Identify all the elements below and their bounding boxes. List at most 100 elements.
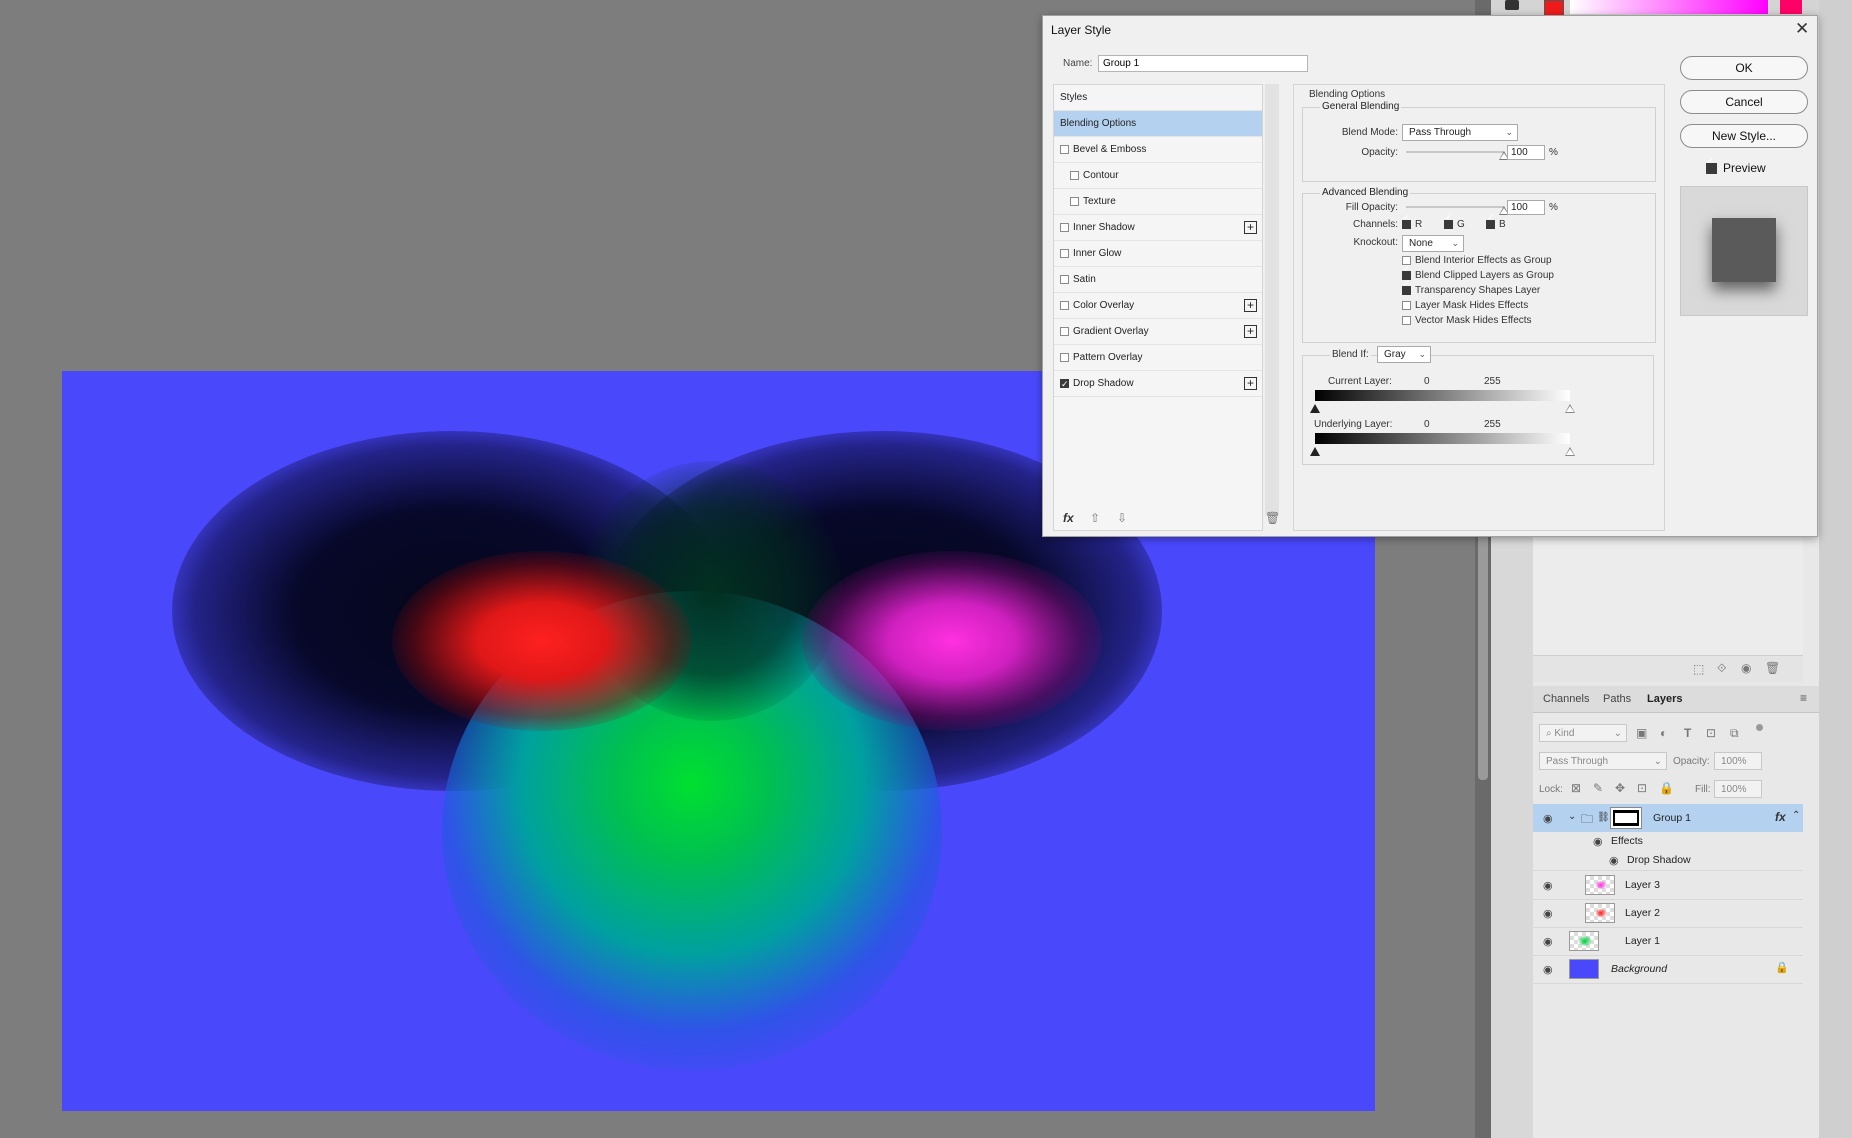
layer-fill-field[interactable]: 100% — [1714, 780, 1762, 798]
visibility-eye-icon[interactable]: ◉ — [1543, 812, 1555, 825]
channel-g-checkbox[interactable] — [1444, 212, 1453, 229]
lock-artboard-icon[interactable]: ⊡ — [1637, 781, 1647, 795]
fill-opacity-field[interactable]: 100 — [1507, 200, 1545, 215]
fill-opacity-slider-track[interactable] — [1406, 206, 1504, 208]
lock-transparent-icon[interactable]: ⊠ — [1571, 781, 1581, 795]
style-item-pattern-overlay[interactable]: Pattern Overlay — [1054, 345, 1262, 371]
style-checkbox[interactable] — [1070, 197, 1079, 206]
blend-mode-select[interactable]: Pass Through ⌄ — [1402, 124, 1518, 141]
style-item-inner-shadow[interactable]: Inner Shadow + — [1054, 215, 1262, 241]
layer-name[interactable]: Group 1 — [1653, 812, 1691, 824]
visibility-eye-icon[interactable]: ◉ — [1741, 661, 1751, 675]
color-swatch-pink[interactable] — [1780, 0, 1802, 14]
style-item-bevel-emboss[interactable]: Bevel & Emboss — [1054, 137, 1262, 163]
filter-adjustment-icon[interactable]: ◐ — [1660, 726, 1667, 740]
style-item-satin[interactable]: Satin — [1054, 267, 1262, 293]
layer-row-group[interactable]: ◉ ⌄ 🗀 ⛓ Group 1 fx ⌃ — [1533, 804, 1803, 832]
transparency-shapes-checkbox[interactable] — [1402, 278, 1411, 295]
layer-mask-hides-checkbox[interactable] — [1402, 301, 1411, 310]
lock-position-icon[interactable]: ✥ — [1615, 781, 1625, 795]
comment-icon[interactable] — [1505, 0, 1519, 10]
fx-icon[interactable]: fx — [1063, 511, 1074, 525]
style-checkbox[interactable] — [1060, 327, 1069, 336]
style-item-drop-shadow[interactable]: Drop Shadow + — [1054, 371, 1262, 397]
chain-link-icon[interactable]: ⛓ — [1597, 812, 1610, 823]
style-item-blending-options[interactable]: Blending Options — [1054, 111, 1262, 137]
style-checkbox[interactable] — [1060, 371, 1069, 397]
cancel-button[interactable]: Cancel — [1680, 90, 1808, 114]
layer-name[interactable]: Layer 2 — [1625, 907, 1660, 919]
layer-name[interactable]: Background — [1611, 963, 1667, 975]
chevron-up-icon[interactable]: ⌃ — [1792, 810, 1800, 821]
opacity-field[interactable]: 100 — [1507, 145, 1545, 160]
foreground-color-swatch[interactable] — [1544, 0, 1564, 16]
filter-smart-object-icon[interactable]: ⧉ — [1730, 726, 1739, 741]
lock-all-icon[interactable]: 🔒 — [1659, 781, 1674, 795]
layer-blend-mode-select[interactable]: Pass Through ⌄ — [1539, 752, 1667, 770]
chevron-down-icon[interactable]: ⌄ — [1568, 811, 1576, 822]
layer-row[interactable]: ◉ Background 🔒 — [1533, 955, 1803, 984]
style-item-inner-glow[interactable]: Inner Glow — [1054, 241, 1262, 267]
visibility-eye-icon[interactable]: ◉ — [1543, 907, 1555, 920]
visibility-eye-icon[interactable]: ◉ — [1543, 963, 1555, 976]
tab-layers[interactable]: Layers — [1647, 686, 1682, 712]
layer-row[interactable]: ◉ Layer 3 — [1533, 871, 1803, 900]
layer-name[interactable]: Layer 1 — [1625, 935, 1660, 947]
dotted-selection-icon[interactable]: ⬚ — [1693, 662, 1704, 676]
trash-icon[interactable]: 🗑 — [1265, 511, 1280, 525]
move-down-icon[interactable]: ⇩ — [1117, 511, 1127, 525]
layer-row[interactable]: ◉ Layer 1 — [1533, 927, 1803, 956]
style-checkbox[interactable] — [1060, 249, 1069, 258]
filter-image-icon[interactable]: ▣ — [1636, 726, 1647, 740]
underlying-layer-white-slider[interactable] — [1565, 447, 1575, 456]
vector-mask-hides-checkbox[interactable] — [1402, 316, 1411, 325]
visibility-eye-icon[interactable]: ◉ — [1593, 835, 1603, 848]
move-up-icon[interactable]: ⇧ — [1090, 511, 1100, 525]
style-checkbox[interactable] — [1070, 171, 1079, 180]
preview-checkbox[interactable] — [1706, 155, 1717, 174]
layer-row[interactable]: ◉ Layer 2 — [1533, 899, 1803, 928]
style-item-texture[interactable]: Texture — [1054, 189, 1262, 215]
new-style-button[interactable]: New Style... — [1680, 124, 1808, 148]
add-effect-icon[interactable]: + — [1244, 299, 1257, 312]
layer-opacity-field[interactable]: 100% — [1714, 752, 1762, 770]
trash-icon[interactable]: 🗑 — [1765, 661, 1780, 675]
lock-brush-icon[interactable]: ✎ — [1593, 781, 1603, 795]
fx-icon[interactable]: fx — [1775, 810, 1786, 824]
tab-channels[interactable]: Channels — [1543, 686, 1589, 712]
style-checkbox[interactable] — [1060, 145, 1069, 154]
underlying-layer-black-slider[interactable] — [1310, 447, 1320, 456]
color-ramp[interactable] — [1570, 0, 1768, 14]
filter-toggle-icon[interactable] — [1756, 724, 1763, 731]
filter-shape-icon[interactable]: ⊡ — [1706, 726, 1716, 740]
add-effect-icon[interactable]: + — [1244, 221, 1257, 234]
style-checkbox[interactable] — [1060, 301, 1069, 310]
group-mask-thumbnail[interactable] — [1611, 808, 1641, 828]
style-item-gradient-overlay[interactable]: Gradient Overlay + — [1054, 319, 1262, 345]
effects-row[interactable]: ◉ Effects — [1533, 832, 1803, 851]
style-name-input[interactable] — [1098, 55, 1308, 72]
visibility-eye-icon[interactable]: ◉ — [1609, 854, 1619, 867]
visibility-eye-icon[interactable]: ◉ — [1543, 879, 1555, 892]
tab-paths[interactable]: Paths — [1603, 686, 1631, 712]
channel-b-checkbox[interactable] — [1486, 212, 1495, 229]
style-item-contour[interactable]: Contour — [1054, 163, 1262, 189]
opacity-slider-track[interactable] — [1406, 151, 1504, 153]
layer-name[interactable]: Layer 3 — [1625, 879, 1660, 891]
current-layer-white-slider[interactable] — [1565, 404, 1575, 413]
style-checkbox[interactable] — [1060, 275, 1069, 284]
channel-r-checkbox[interactable] — [1402, 212, 1411, 229]
current-layer-black-slider[interactable] — [1310, 404, 1320, 413]
underlying-layer-ramp[interactable] — [1315, 433, 1570, 444]
current-layer-ramp[interactable] — [1315, 390, 1570, 401]
style-checkbox[interactable] — [1060, 353, 1069, 362]
blend-if-select[interactable]: Gray ⌄ — [1377, 346, 1431, 363]
style-item-color-overlay[interactable]: Color Overlay + — [1054, 293, 1262, 319]
add-effect-icon[interactable]: + — [1244, 377, 1257, 390]
style-item-styles[interactable]: Styles — [1054, 85, 1262, 111]
add-effect-icon[interactable]: + — [1244, 325, 1257, 338]
link-mask-icon[interactable]: ⟐ — [1717, 661, 1726, 676]
visibility-eye-icon[interactable]: ◉ — [1543, 935, 1555, 948]
ok-button[interactable]: OK — [1680, 56, 1808, 80]
close-icon[interactable]: ✕ — [1795, 19, 1809, 39]
